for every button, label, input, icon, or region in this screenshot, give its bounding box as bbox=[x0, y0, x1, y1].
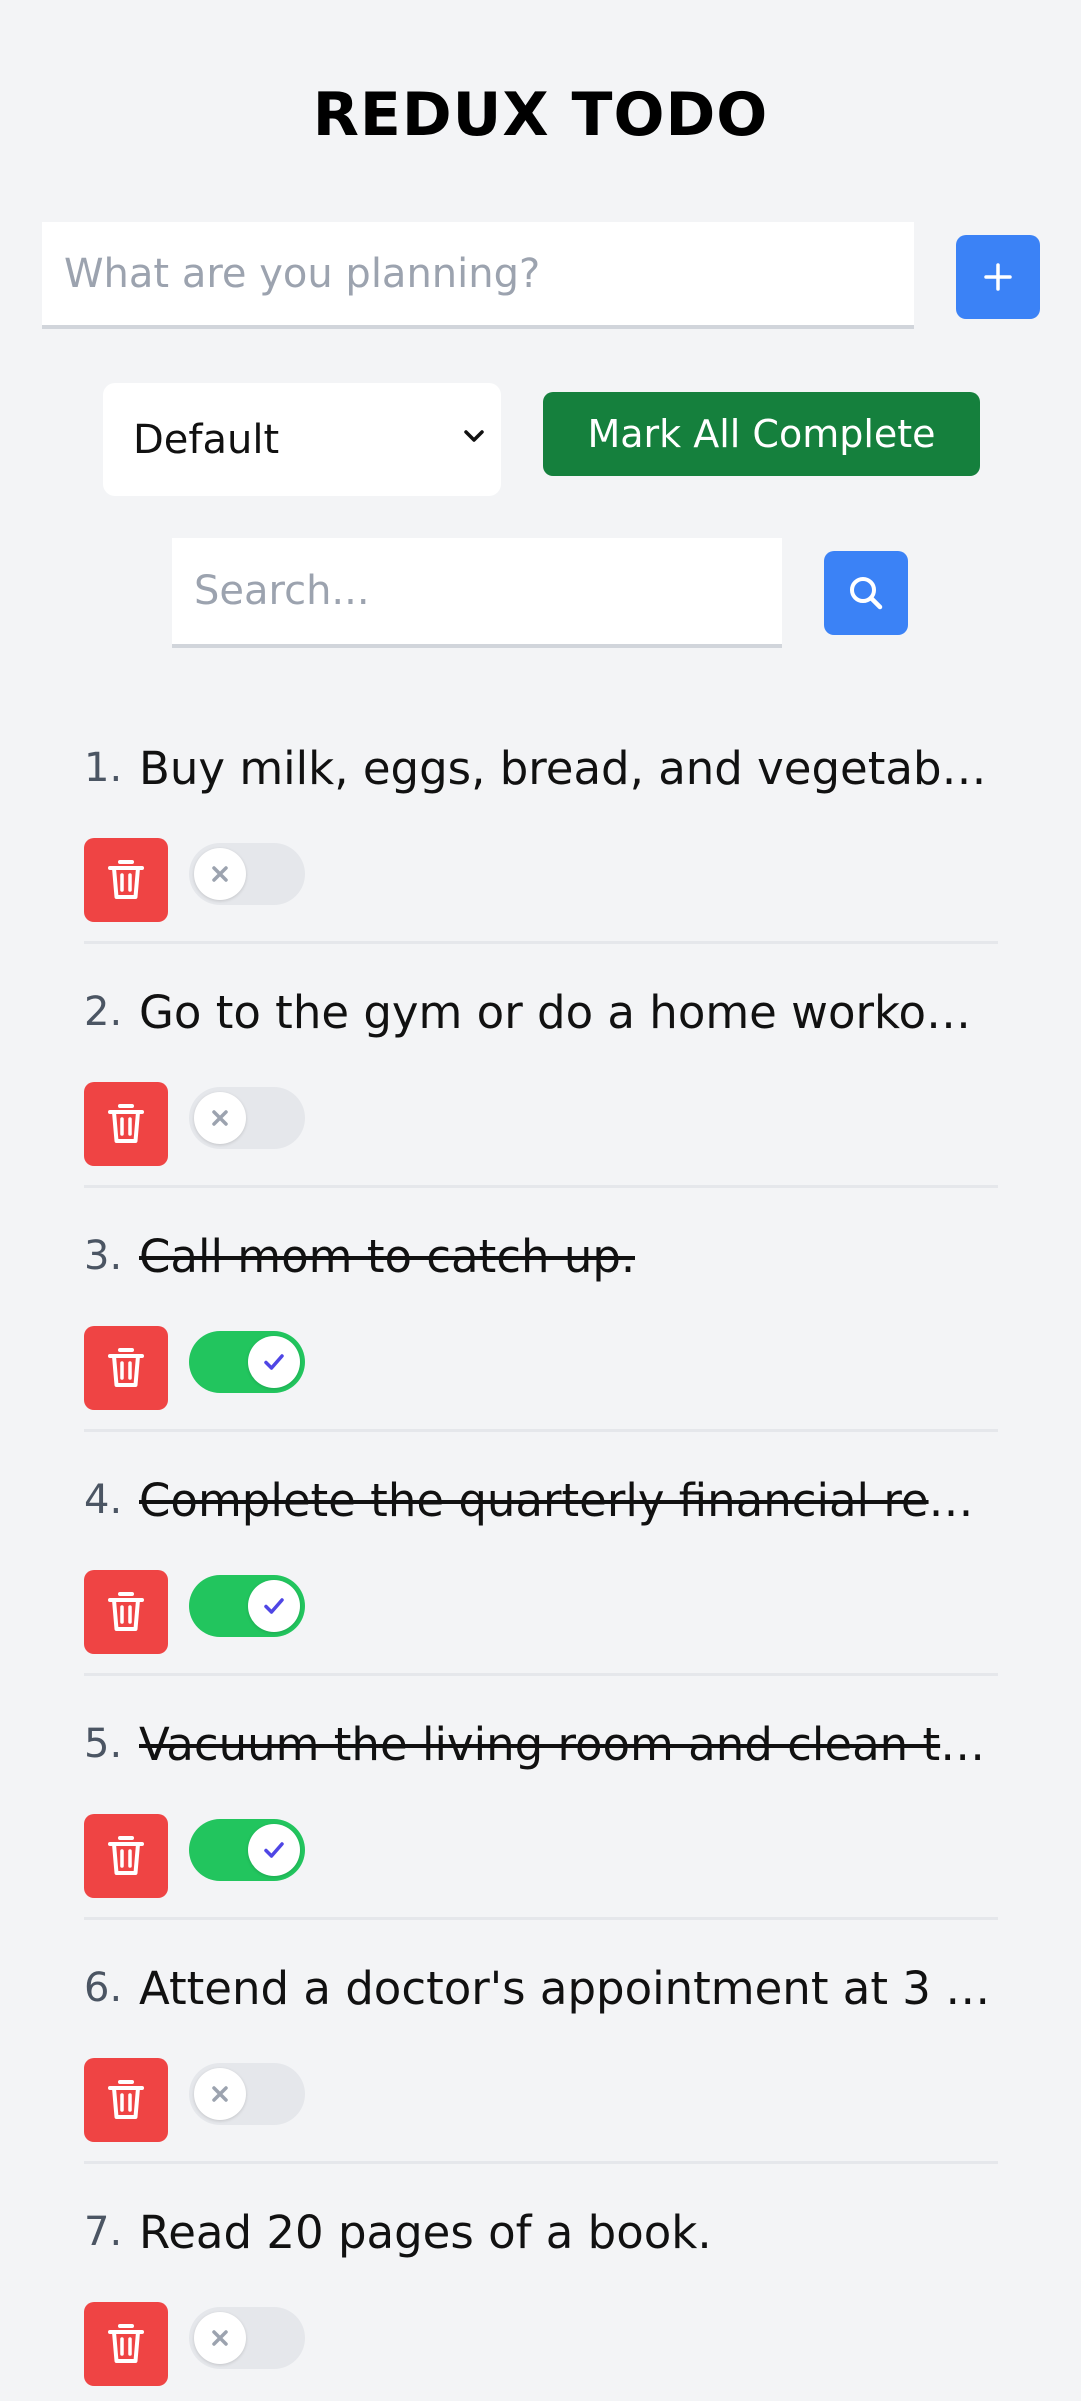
toggle-knob bbox=[194, 2068, 246, 2120]
complete-toggle[interactable] bbox=[189, 2063, 305, 2125]
complete-toggle[interactable] bbox=[189, 1575, 305, 1637]
mark-all-complete-button[interactable]: Mark All Complete bbox=[543, 392, 980, 476]
x-icon bbox=[212, 2086, 228, 2102]
todo-text: Call mom to catch up. bbox=[139, 1229, 636, 1283]
todo-number: 1. bbox=[84, 745, 123, 791]
complete-toggle[interactable] bbox=[189, 2307, 305, 2369]
todo-number: 2. bbox=[84, 989, 123, 1035]
delete-todo-button[interactable] bbox=[84, 2058, 168, 2142]
x-icon bbox=[212, 1110, 228, 1126]
trash-icon bbox=[108, 2080, 144, 2119]
delete-todo-button[interactable] bbox=[84, 1570, 168, 1654]
search-input[interactable] bbox=[172, 538, 782, 648]
delete-todo-button[interactable] bbox=[84, 1326, 168, 1410]
toggle-knob bbox=[194, 848, 246, 900]
page-title: REDUX TODO bbox=[312, 80, 769, 150]
todo-text-row: 4. Complete the quarterly financial repo… bbox=[84, 1470, 998, 1530]
trash-icon bbox=[108, 1104, 144, 1143]
todo-text-row: 6. Attend a doctor's appointment at 3 PM… bbox=[84, 1958, 998, 2018]
todo-text: Buy milk, eggs, bread, and vegetables. bbox=[139, 741, 998, 795]
chevron-down-icon bbox=[464, 430, 484, 442]
todo-text: Read 20 pages of a book. bbox=[139, 2205, 712, 2259]
todo-app: REDUX TODO Default Mark All Complete 1. … bbox=[0, 0, 1081, 2401]
check-icon bbox=[264, 1354, 284, 1370]
complete-toggle[interactable] bbox=[189, 843, 305, 905]
delete-todo-button[interactable] bbox=[84, 838, 168, 922]
complete-toggle[interactable] bbox=[189, 1087, 305, 1149]
todo-item: 4. Complete the quarterly financial repo… bbox=[84, 1432, 998, 1676]
todo-item: 7. Read 20 pages of a book. bbox=[84, 2164, 998, 2401]
trash-icon bbox=[108, 2324, 144, 2363]
trash-icon bbox=[108, 860, 144, 899]
toggle-knob bbox=[248, 1580, 300, 1632]
todo-text: Go to the gym or do a home workout for 3… bbox=[139, 985, 998, 1039]
todo-item: 3. Call mom to catch up. bbox=[84, 1188, 998, 1432]
check-icon bbox=[264, 1842, 284, 1858]
todo-text-row: 3. Call mom to catch up. bbox=[84, 1226, 998, 1286]
delete-todo-button[interactable] bbox=[84, 1814, 168, 1898]
todo-item: 5. Vacuum the living room and clean the … bbox=[84, 1676, 998, 1920]
todo-text: Complete the quarterly financial report. bbox=[139, 1473, 998, 1527]
todo-number: 5. bbox=[84, 1721, 123, 1767]
todo-item: 6. Attend a doctor's appointment at 3 PM… bbox=[84, 1920, 998, 2164]
toggle-knob bbox=[194, 1092, 246, 1144]
todo-item: 2. Go to the gym or do a home workout fo… bbox=[84, 944, 998, 1188]
search-icon bbox=[850, 577, 883, 610]
filter-select-value: Default bbox=[133, 416, 280, 463]
filter-select[interactable]: Default bbox=[103, 383, 501, 496]
toggle-knob bbox=[248, 1824, 300, 1876]
todo-number: 6. bbox=[84, 1965, 123, 2011]
delete-todo-button[interactable] bbox=[84, 1082, 168, 1166]
toggle-knob bbox=[248, 1336, 300, 1388]
todo-text: Attend a doctor's appointment at 3 PM. bbox=[139, 1961, 998, 2015]
x-icon bbox=[212, 2330, 228, 2346]
todo-text-row: 5. Vacuum the living room and clean the … bbox=[84, 1714, 998, 1774]
add-todo-button[interactable] bbox=[956, 235, 1040, 319]
plus-icon bbox=[984, 263, 1012, 291]
trash-icon bbox=[108, 1348, 144, 1387]
new-todo-input[interactable] bbox=[42, 222, 914, 329]
delete-todo-button[interactable] bbox=[84, 2302, 168, 2386]
complete-toggle[interactable] bbox=[189, 1331, 305, 1393]
trash-icon bbox=[108, 1592, 144, 1631]
todo-list: 1. Buy milk, eggs, bread, and vegetables… bbox=[84, 700, 998, 2401]
todo-number: 3. bbox=[84, 1233, 123, 1279]
todo-number: 7. bbox=[84, 2209, 123, 2255]
search-button[interactable] bbox=[824, 551, 908, 635]
todo-item: 1. Buy milk, eggs, bread, and vegetables… bbox=[84, 700, 998, 944]
todo-text: Vacuum the living room and clean the kit… bbox=[139, 1717, 998, 1771]
check-icon bbox=[264, 1598, 284, 1614]
trash-icon bbox=[108, 1836, 144, 1875]
x-icon bbox=[212, 866, 228, 882]
todo-number: 4. bbox=[84, 1477, 123, 1523]
todo-text-row: 2. Go to the gym or do a home workout fo… bbox=[84, 982, 998, 1042]
todo-text-row: 7. Read 20 pages of a book. bbox=[84, 2202, 998, 2262]
complete-toggle[interactable] bbox=[189, 1819, 305, 1881]
toggle-knob bbox=[194, 2312, 246, 2364]
todo-text-row: 1. Buy milk, eggs, bread, and vegetables… bbox=[84, 738, 998, 798]
